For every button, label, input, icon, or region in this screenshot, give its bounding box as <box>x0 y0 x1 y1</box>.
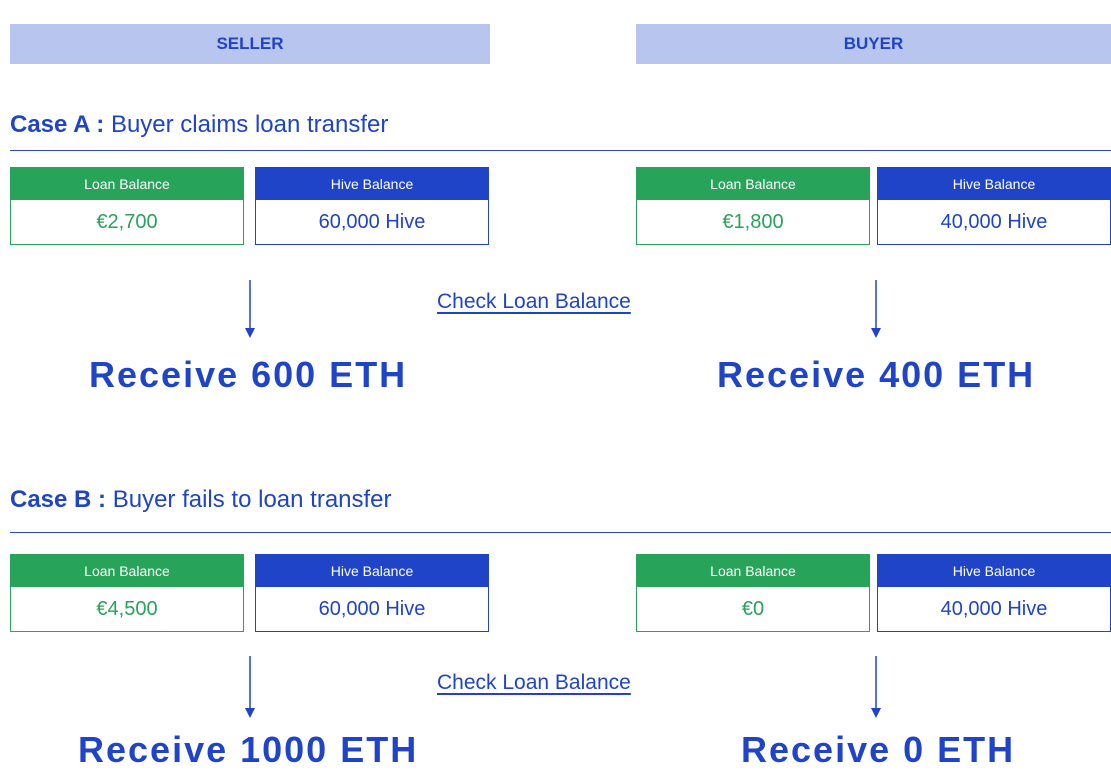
case-a-seller-hive-box: Hive Balance 60,000 Hive <box>255 167 489 245</box>
hive-balance-label: Hive Balance <box>255 167 489 200</box>
case-b-lead: Case B : <box>10 486 107 513</box>
loan-balance-value: €2,700 <box>10 200 244 245</box>
case-b-title: Case B : Buyer fails to loan transfer <box>10 486 392 514</box>
case-a-title: Case A : Buyer claims loan transfer <box>10 111 388 139</box>
case-a-seller-loan-box: Loan Balance €2,700 <box>10 167 244 245</box>
case-b-buyer-loan-box: Loan Balance €0 <box>636 554 870 632</box>
case-b-description: Buyer fails to loan transfer <box>112 486 392 513</box>
hive-balance-label: Hive Balance <box>255 554 489 587</box>
case-b-buyer-hive-box: Hive Balance 40,000 Hive <box>877 554 1111 632</box>
down-arrow-icon <box>871 280 881 338</box>
case-b-seller-hive-box: Hive Balance 60,000 Hive <box>255 554 489 632</box>
check-loan-balance-link[interactable]: Check Loan Balance <box>437 671 631 695</box>
hive-balance-label: Hive Balance <box>877 167 1111 200</box>
hive-balance-value: 40,000 Hive <box>877 200 1111 245</box>
loan-balance-label: Loan Balance <box>636 554 870 587</box>
case-a-buyer-hive-box: Hive Balance 40,000 Hive <box>877 167 1111 245</box>
hive-balance-value: 40,000 Hive <box>877 587 1111 632</box>
hive-balance-label: Hive Balance <box>877 554 1111 587</box>
loan-balance-label: Loan Balance <box>10 167 244 200</box>
case-a-lead: Case A : <box>10 111 105 138</box>
case-b-divider <box>10 532 1111 533</box>
loan-balance-value: €0 <box>636 587 870 632</box>
case-b-seller-receive: Receive 1000 ETH <box>78 729 419 770</box>
seller-header: SELLER <box>10 24 490 64</box>
case-b-buyer-receive: Receive 0 ETH <box>741 729 1016 770</box>
down-arrow-icon <box>245 280 255 338</box>
case-b-seller-loan-box: Loan Balance €4,500 <box>10 554 244 632</box>
buyer-header: BUYER <box>636 24 1111 64</box>
loan-balance-value: €1,800 <box>636 200 870 245</box>
down-arrow-icon <box>871 656 881 718</box>
down-arrow-icon <box>245 656 255 718</box>
loan-balance-label: Loan Balance <box>636 167 870 200</box>
loan-balance-label: Loan Balance <box>10 554 244 587</box>
case-a-buyer-loan-box: Loan Balance €1,800 <box>636 167 870 245</box>
loan-balance-value: €4,500 <box>10 587 244 632</box>
case-a-divider <box>10 150 1111 151</box>
case-a-buyer-receive: Receive 400 ETH <box>717 354 1036 395</box>
case-a-seller-receive: Receive 600 ETH <box>89 354 408 395</box>
case-a-description: Buyer claims loan transfer <box>110 111 389 138</box>
buyer-header-label: BUYER <box>843 34 904 53</box>
seller-header-label: SELLER <box>216 34 284 53</box>
hive-balance-value: 60,000 Hive <box>255 200 489 245</box>
check-loan-balance-link[interactable]: Check Loan Balance <box>437 290 631 314</box>
hive-balance-value: 60,000 Hive <box>255 587 489 632</box>
